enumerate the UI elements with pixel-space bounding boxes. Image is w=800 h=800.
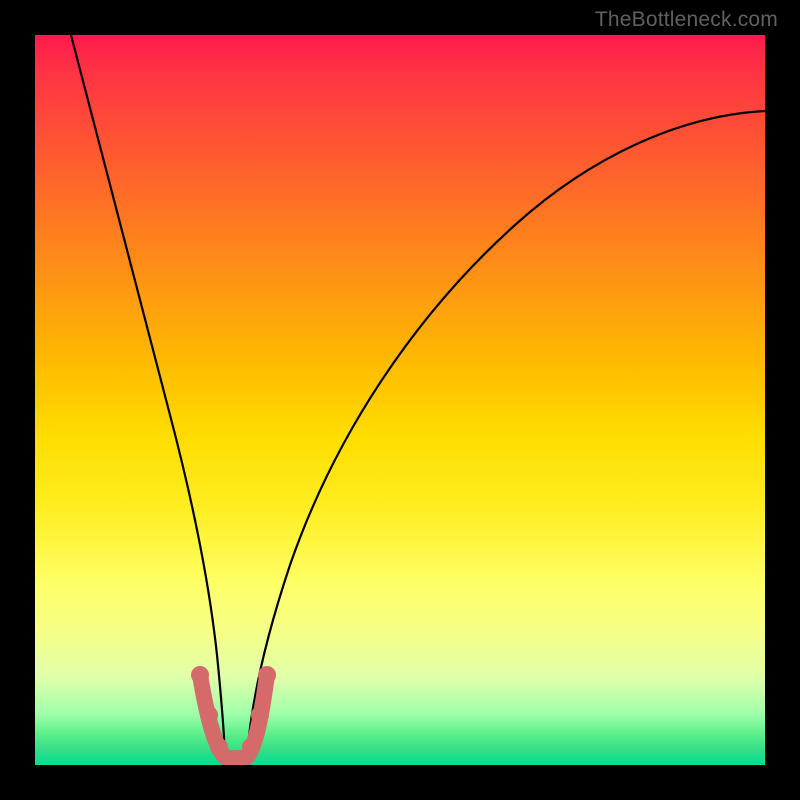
marker-dot-right <box>258 666 276 684</box>
chart-frame: TheBottleneck.com <box>0 0 800 800</box>
chart-svg <box>35 35 765 765</box>
marker-dot-l2 <box>200 706 218 724</box>
marker-dot-r2 <box>251 706 269 724</box>
left-branch-curve <box>71 35 225 757</box>
right-branch-curve <box>247 111 765 757</box>
marker-dot-l3 <box>210 738 228 756</box>
marker-dot-r3 <box>242 738 260 756</box>
watermark-text: TheBottleneck.com <box>595 8 778 32</box>
marker-dot-left <box>191 666 209 684</box>
